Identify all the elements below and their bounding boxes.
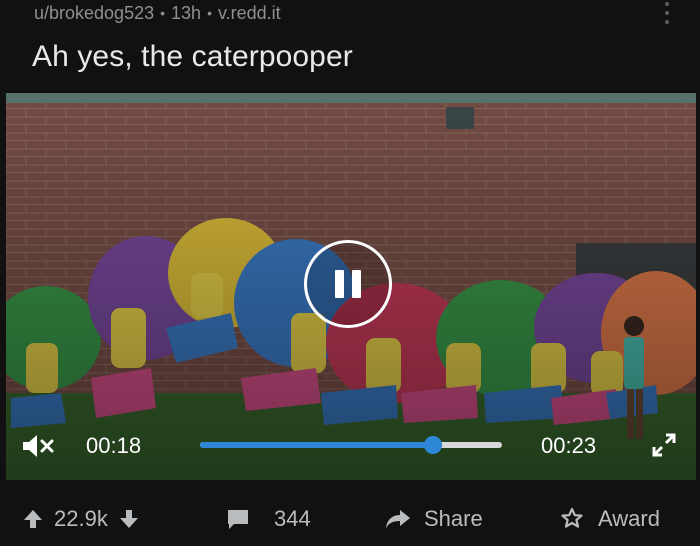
downvote-icon[interactable] — [118, 508, 140, 530]
more-icon[interactable] — [664, 2, 670, 24]
fullscreen-icon[interactable] — [651, 432, 677, 458]
player-controls: 00:18 00:23 — [6, 423, 696, 469]
share-icon — [386, 510, 410, 528]
award-label: Award — [598, 506, 660, 531]
upvote-icon[interactable] — [22, 508, 44, 530]
share-label: Share — [424, 506, 483, 531]
video-player[interactable]: 00:18 00:23 — [6, 93, 696, 480]
share-button[interactable]: Share — [384, 506, 483, 532]
seek-handle[interactable] — [423, 436, 442, 454]
vote-count: 22.9k — [54, 506, 108, 531]
pause-icon — [335, 270, 344, 298]
author-link[interactable]: u/brokedog523 — [34, 3, 154, 24]
award-icon — [561, 507, 583, 528]
post-title[interactable]: Ah yes, the caterpooper — [32, 40, 353, 74]
separator-dot: • — [160, 5, 166, 21]
vote-group: 22.9k — [22, 506, 140, 532]
post-actions: 22.9k 344 Share Award — [0, 498, 700, 544]
award-button[interactable]: Award — [560, 506, 660, 532]
seek-bar-fill — [200, 442, 433, 448]
comment-count: 344 — [274, 506, 311, 531]
pause-button[interactable] — [304, 240, 392, 328]
comments-button[interactable]: 344 — [226, 506, 311, 532]
post-meta: u/brokedog523 • 13h • v.redd.it — [34, 0, 281, 26]
separator-dot: • — [207, 5, 212, 21]
current-time: 00:18 — [86, 433, 142, 458]
domain-link[interactable]: v.redd.it — [218, 3, 281, 24]
comment-icon — [228, 510, 248, 529]
mute-icon[interactable] — [20, 433, 60, 459]
post-age: 13h — [171, 2, 202, 23]
seek-bar[interactable] — [200, 436, 502, 454]
duration: 00:23 — [541, 433, 597, 458]
pause-icon — [352, 270, 361, 298]
